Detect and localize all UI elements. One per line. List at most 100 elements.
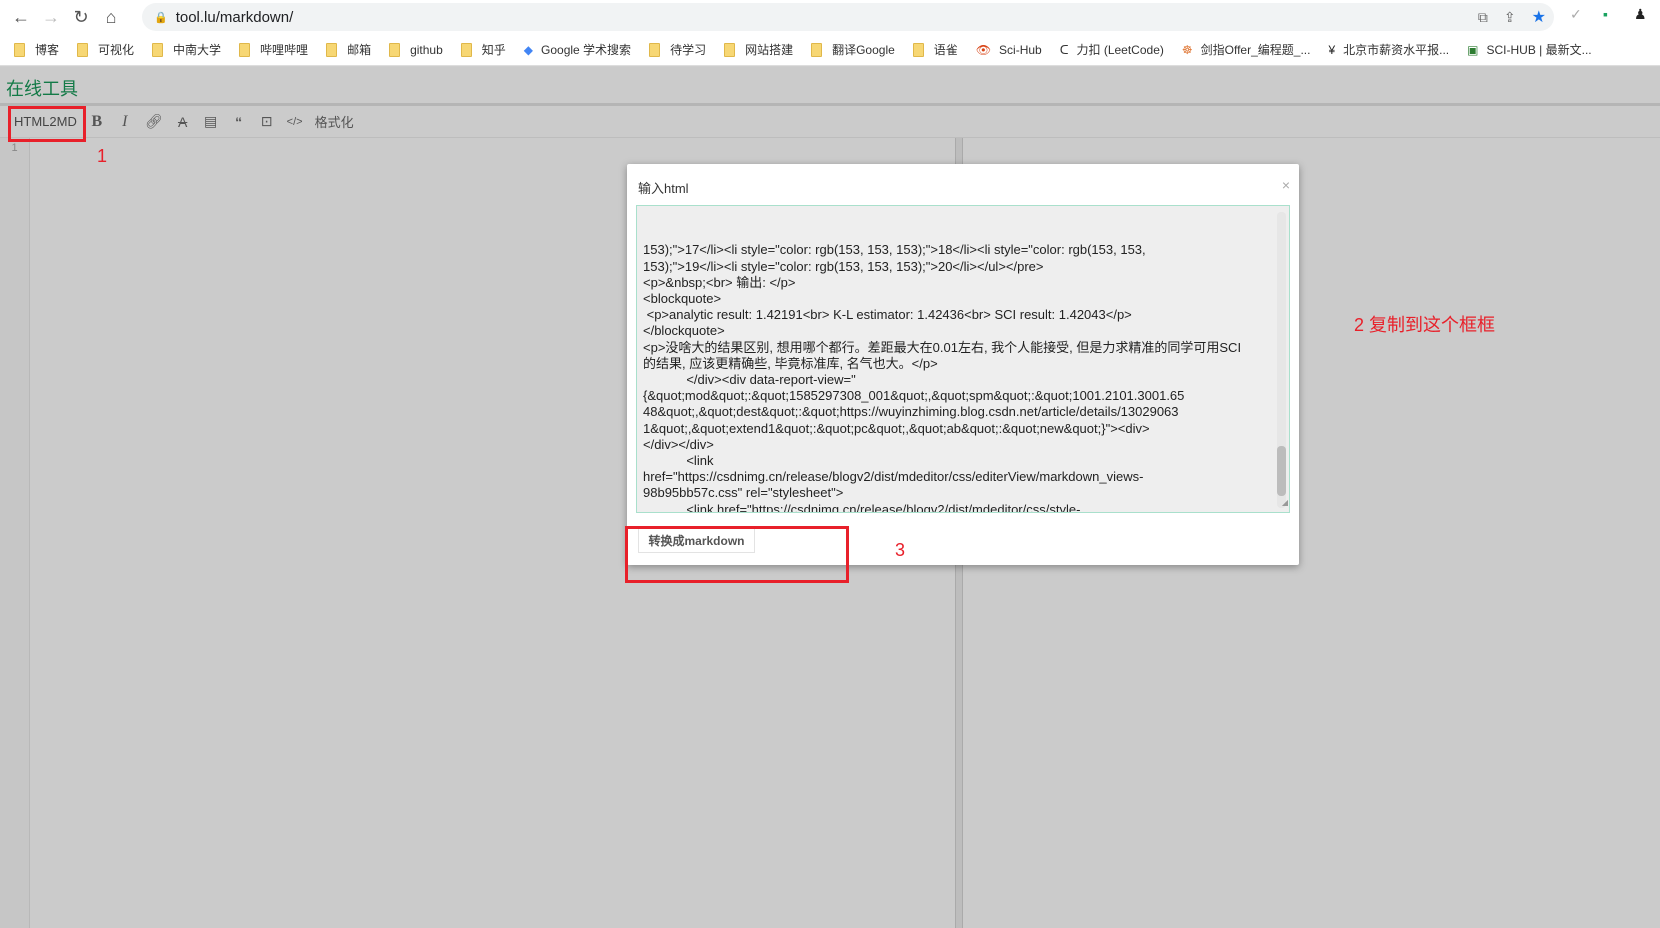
resize-grip-icon[interactable]: ◢ — [1282, 495, 1288, 511]
textarea-line: <p>没啥大的结果区别, 想用哪个都行。差距最大在0.01左右, 我个人能接受,… — [643, 339, 1242, 355]
bookmark-star-icon[interactable]: ★ — [1532, 7, 1546, 27]
translate-icon[interactable]: ⧉ — [1478, 9, 1488, 26]
textarea-line: </blockquote> — [643, 323, 725, 339]
yen-icon: ¥ — [1328, 42, 1336, 57]
google-scholar-icon: ◆ — [523, 42, 534, 57]
line-number: 1 — [11, 142, 18, 154]
line-gutter: 1 — [0, 138, 30, 928]
textarea-line: </div><div data-report-view=" — [643, 372, 856, 388]
html-input-textarea[interactable]: 153);">17</li><li style="color: rgb(153,… — [636, 205, 1290, 513]
bold-button[interactable]: B — [89, 113, 105, 131]
forward-icon[interactable]: → — [36, 7, 66, 28]
html-input-dialog: 输入html × 153);">17</li><li style="color:… — [627, 164, 1299, 565]
bookmark-item[interactable]: github — [389, 42, 443, 57]
sci-hub-green-icon: ▣ — [1467, 42, 1479, 57]
back-icon[interactable]: ← — [6, 7, 36, 28]
bookmark-item[interactable]: ☸ 剑指Offer_编程题_... — [1182, 41, 1311, 58]
table-icon[interactable]: ▤ — [203, 113, 219, 130]
folder-icon — [912, 42, 924, 57]
nowcoder-icon: ☸ — [1181, 42, 1193, 57]
bookmarks-bar: 博客 可视化 中南大学 哔哩哔哩 邮箱 github 知乎 ◆ Google 学术搜索 待学习 网站… — [0, 34, 1660, 66]
profile-icon[interactable]: ♟ — [1634, 6, 1647, 23]
address-bar[interactable]: 🔒 tool.lu/markdown/ ⧉ ⇪ ★ — [142, 3, 1554, 31]
bookmark-label: Sci-Hub — [999, 42, 1042, 57]
link-icon[interactable]: 🔗︎ — [145, 113, 163, 130]
folder-icon — [389, 42, 401, 57]
home-icon[interactable]: ⌂ — [96, 7, 126, 28]
bookmark-label: SCI-HUB | 最新文... — [1486, 43, 1592, 57]
bookmark-item[interactable]: 中南大学 — [152, 41, 221, 58]
textarea-line: <link href="https://csdnimg.cn/release/b… — [643, 501, 1081, 513]
textarea-line: <p>analytic result: 1.42191<br> K-L esti… — [643, 307, 1132, 323]
bookmark-item[interactable]: 👁︎ Sci-Hub — [976, 43, 1042, 57]
green-extension-icon[interactable]: ▪ — [1603, 6, 1608, 22]
image-icon[interactable]: ⊡ — [259, 113, 275, 130]
share-icon[interactable]: ⇪ — [1504, 9, 1516, 26]
bookmark-label: 剑指Offer_编程题_... — [1200, 43, 1311, 57]
folder-icon — [811, 42, 823, 57]
bookmark-item[interactable]: 网站搭建 — [724, 41, 793, 58]
folder-icon — [649, 42, 661, 57]
code-icon[interactable]: </> — [287, 116, 303, 128]
bookmark-item[interactable]: 博客 — [14, 41, 59, 58]
bookmark-item[interactable]: 翻译Google — [811, 41, 895, 58]
bookmark-label: 网站搭建 — [745, 43, 794, 57]
textarea-line: 153);">17</li><li style="color: rgb(153,… — [643, 242, 1146, 258]
strikethrough-icon[interactable]: A — [175, 114, 191, 130]
reload-icon[interactable]: ↻ — [66, 7, 96, 28]
bookmark-label: 待学习 — [670, 43, 707, 57]
annotation-step-3: 3 — [895, 540, 906, 560]
close-icon[interactable]: × — [1282, 177, 1290, 193]
bookmark-item[interactable]: ▣ SCI-HUB | 最新文... — [1467, 41, 1591, 58]
quote-icon[interactable]: “ — [231, 114, 247, 130]
bookmark-item[interactable]: 待学习 — [649, 41, 706, 58]
bookmark-item[interactable]: 知乎 — [460, 41, 506, 58]
textarea-line: <p>&nbsp;<br> 输出: </p> — [643, 274, 796, 290]
textarea-line: <link — [643, 453, 714, 469]
textarea-line: 98b95bb57c.css" rel="stylesheet"> — [643, 485, 844, 501]
annotation-box-1 — [8, 106, 86, 142]
url-text[interactable]: tool.lu/markdown/ — [176, 9, 294, 26]
bookmark-item[interactable]: 邮箱 — [326, 41, 371, 58]
bookmark-item[interactable]: ¥ 北京市薪资水平报... — [1328, 41, 1449, 58]
site-title[interactable]: 在线工具 — [6, 75, 78, 101]
textarea-line: href="https://csdnimg.cn/release/blogv2/… — [643, 469, 1144, 485]
annotation-box-3 — [625, 526, 849, 583]
editor-toolbar: HTML2MD B I 🔗︎ A ▤ “ ⊡ </> 格式化 — [0, 106, 1660, 138]
textarea-line: <blockquote> — [643, 291, 722, 307]
italic-button[interactable]: I — [117, 113, 133, 131]
bookmark-label: 邮箱 — [347, 43, 372, 57]
folder-icon — [152, 42, 164, 57]
annotation-step-1: 1 — [97, 146, 108, 166]
check-extension-icon[interactable]: ✓ — [1570, 6, 1582, 23]
folder-icon — [239, 42, 251, 57]
browser-toolbar: ← → ↻ ⌂ 🔒 tool.lu/markdown/ ⧉ ⇪ ★ ✓ ▪ ♟ — [0, 0, 1660, 34]
dialog-title: 输入html — [638, 181, 689, 196]
folder-icon — [77, 42, 89, 57]
bookmark-label: 力扣 (LeetCode) — [1076, 43, 1164, 57]
textarea-line: 1&quot;,&quot;extend1&quot;:&quot;pc&quo… — [643, 420, 1150, 436]
scrollbar-thumb[interactable] — [1277, 446, 1286, 496]
folder-icon — [326, 42, 338, 57]
bookmark-label: Google 学术搜索 — [541, 43, 632, 57]
bookmark-item[interactable]: 语雀 — [912, 41, 958, 58]
folder-icon — [724, 42, 736, 57]
textarea-line: 的结果, 应该更精确些, 毕竟标准库, 名气也大。</p> — [643, 355, 938, 371]
textarea-line: 48&quot;,&quot;dest&quot;:&quot;https://… — [643, 404, 1179, 420]
bookmark-label: 中南大学 — [173, 43, 222, 57]
bookmark-label: 语雀 — [933, 43, 958, 57]
bookmark-label: 翻译Google — [832, 43, 895, 57]
bookmark-label: 知乎 — [481, 43, 506, 57]
bookmark-label: 博客 — [35, 43, 60, 57]
bookmark-item[interactable]: ◆ Google 学术搜索 — [524, 41, 631, 58]
bookmark-label: 可视化 — [98, 43, 135, 57]
sci-hub-icon: 👁︎ — [975, 42, 992, 57]
bookmark-item[interactable]: 哔哩哔哩 — [239, 41, 308, 58]
format-button[interactable]: 格式化 — [315, 112, 354, 131]
annotation-step-2: 2 复制到这个框框 — [1354, 315, 1496, 335]
bookmark-label: 北京市薪资水平报... — [1343, 43, 1450, 57]
folder-icon — [14, 42, 25, 57]
bookmark-label: github — [410, 42, 443, 57]
bookmark-item[interactable]: 可视化 — [77, 41, 134, 58]
bookmark-item[interactable]: ᑕ 力扣 (LeetCode) — [1060, 41, 1164, 58]
